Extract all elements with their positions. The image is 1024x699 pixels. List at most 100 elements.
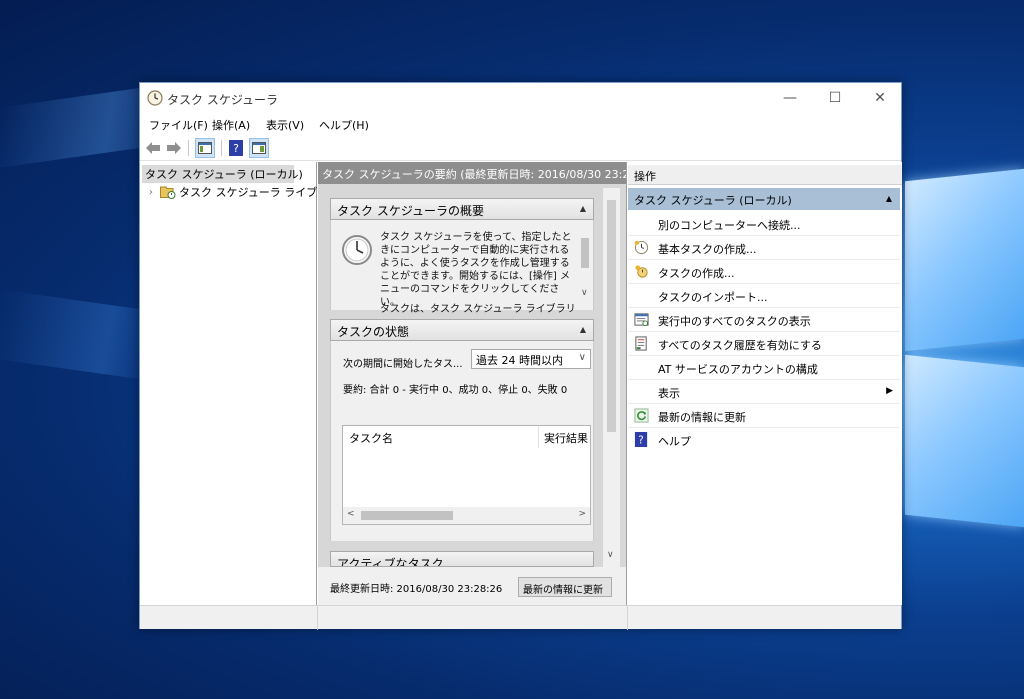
action-enable-task-history[interactable]: すべてのタスク履歴を有効にする [628,332,900,356]
action-label: タスクのインポート... [658,291,768,304]
task-scheduler-window: タスク スケジューラ — ☐ ✕ ファイル(F) 操作(A) 表示(V) ヘルプ… [139,82,902,630]
period-select[interactable]: 過去 24 時間以内 ∨ [471,349,591,369]
scroll-right-icon[interactable]: > [578,509,586,519]
overview-section-header[interactable]: タスク スケジューラの概要 ▲ [330,198,594,220]
section-title: タスクの状態 [337,325,410,339]
help-icon: ? [634,432,648,447]
active-tasks-section-header[interactable]: アクティブなタスク [330,551,594,567]
back-button[interactable] [144,138,162,158]
toolbar-separator [188,140,189,156]
collapse-icon[interactable]: ▲ [580,325,586,334]
submenu-arrow-icon: ▶ [886,386,893,396]
tree-item-label: タスク スケジューラ (ローカル) [145,168,303,181]
help-glyph: ? [638,434,643,446]
status-bar [140,605,901,630]
table-horizontal-scrollbar[interactable]: < > [343,507,590,524]
action-configure-at-service[interactable]: AT サービスのアカウントの構成 [628,356,900,380]
forward-button[interactable] [165,138,183,158]
summary-pane-header: タスク スケジューラの要約 (最終更新日時: 2016/08/30 23:28:… [318,162,626,184]
help-glyph: ? [233,142,239,155]
desktop-light-streak [0,289,150,381]
clock-icon [147,90,163,106]
create-task-icon [635,265,648,278]
tree-item-label: タスク スケジューラ ライブラリ [179,186,340,199]
status-section-header[interactable]: タスクの状態 ▲ [330,319,594,341]
running-tasks-icon [634,313,649,327]
scrollbar-thumb[interactable] [361,511,453,520]
actions-group-title: タスク スケジューラ (ローカル) [634,194,792,207]
tree-item-local[interactable]: タスク スケジューラ (ローカル) [142,165,303,183]
tree-item-library[interactable]: › タスク スケジューラ ライブラリ [146,183,339,201]
column-separator[interactable] [538,426,539,448]
chevron-right-icon[interactable]: › [146,187,156,198]
task-history-icon [635,336,647,351]
action-create-basic-task[interactable]: 基本タスクの作成... [628,236,900,260]
show-hide-console-tree-button[interactable] [195,138,215,158]
column-header-result[interactable]: 実行結果 [544,430,588,446]
actions-pane: 操作 タスク スケジューラ (ローカル) ▲ 別のコンピューターへ接続... 基… [628,162,902,605]
scrollbar-thumb[interactable] [581,238,589,268]
action-label: すべてのタスク履歴を有効にする [658,339,822,352]
actions-pane-header: 操作 [628,165,902,185]
window-title: タスク スケジューラ [167,93,278,107]
scrollbar-thumb[interactable] [607,200,616,432]
overview-section-body: タスク スケジューラを使って、指定したときにコンピューターで自動的に実行されるよ… [330,220,594,315]
arrow-left-icon [146,142,160,154]
task-status-table[interactable]: タスク名 実行結果 < > [342,425,591,525]
action-label: 実行中のすべてのタスクの表示 [658,315,811,328]
refresh-icon [634,408,649,423]
menu-action[interactable]: 操作(A) [212,117,250,133]
help-icon: ? [229,140,243,156]
status-bar-separator [317,606,318,630]
close-icon: ✕ [874,90,886,106]
help-toolbar-button[interactable]: ? [227,138,245,158]
menu-view[interactable]: 表示(V) [266,117,304,133]
action-show-running-tasks[interactable]: 実行中のすべてのタスクの表示 [628,308,900,332]
scroll-left-icon[interactable]: < [347,509,355,519]
title-bar[interactable]: タスク スケジューラ — ☐ ✕ [140,83,901,113]
overview-description: タスク スケジューラを使って、指定したときにコンピューターで自動的に実行されるよ… [380,232,572,308]
minimize-button[interactable]: — [767,83,813,113]
menu-file[interactable]: ファイル(F) [149,117,208,133]
action-label: 別のコンピューターへ接続... [658,219,801,232]
overview-description-continued: タスクは、タスク スケジューラ ライブラリ フ [380,304,579,315]
scroll-down-icon[interactable]: ∨ [607,550,614,560]
overview-scrollbar[interactable]: ∨ [578,224,591,302]
show-hide-action-pane-button[interactable] [249,138,269,158]
maximize-icon: ☐ [828,90,842,106]
menu-bar: ファイル(F) 操作(A) 表示(V) ヘルプ(H) [140,113,901,135]
action-label: 最新の情報に更新 [658,411,746,424]
toolbar: ? [140,135,901,161]
action-label: 基本タスクの作成... [658,243,757,256]
status-bar-separator [627,606,628,630]
action-label: AT サービスのアカウントの構成 [658,363,818,376]
chevron-down-icon: ∨ [578,352,586,363]
period-label: 次の期間に開始したタス... [343,359,463,370]
action-label: 表示 [658,387,680,400]
action-create-task[interactable]: タスクの作成... [628,260,900,284]
action-connect-computer[interactable]: 別のコンピューターへ接続... [628,212,900,236]
action-refresh[interactable]: 最新の情報に更新 [628,404,900,428]
action-view[interactable]: 表示 ▶ [628,380,900,404]
action-help[interactable]: ? ヘルプ [628,428,900,452]
collapse-icon[interactable]: ▲ [886,194,892,203]
summary-pane-footer: 最終更新日時: 2016/08/30 23:28:26 最新の情報に更新 [318,567,626,605]
maximize-button[interactable]: ☐ [812,83,858,113]
collapse-icon[interactable]: ▲ [580,204,586,213]
summary-pane-scrollbar[interactable]: ∨ [603,188,620,568]
action-label: タスクの作成... [658,267,735,280]
menu-help[interactable]: ヘルプ(H) [319,117,369,133]
status-summary: 要約: 合計 0 - 実行中 0、成功 0、停止 0、失敗 0 [343,385,568,396]
windows-logo-wallpaper [905,168,1024,595]
status-section-body: 次の期間に開始したタス... 過去 24 時間以内 ∨ 要約: 合計 0 - 実… [330,341,594,541]
period-select-value: 過去 24 時間以内 [476,354,563,367]
action-pane-icon [252,142,266,154]
actions-group-header[interactable]: タスク スケジューラ (ローカル) ▲ [628,188,900,210]
minimize-icon: — [783,90,797,106]
action-import-task[interactable]: タスクのインポート... [628,284,900,308]
column-header-task-name[interactable]: タスク名 [349,430,393,446]
close-button[interactable]: ✕ [857,83,903,113]
clock-icon [342,235,372,265]
scroll-down-icon[interactable]: ∨ [581,288,588,298]
refresh-button[interactable]: 最新の情報に更新 [518,577,612,597]
